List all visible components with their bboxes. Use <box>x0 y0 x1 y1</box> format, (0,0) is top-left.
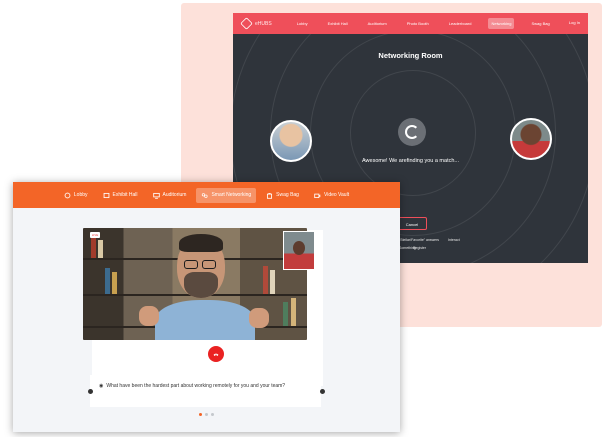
participant-avatar-right <box>510 118 552 160</box>
loading-spinner-icon <box>398 118 426 146</box>
back-nav-photo-booth[interactable]: Photo Booth <box>404 18 432 29</box>
lobby-icon <box>64 192 71 198</box>
logo-text: eHUBS <box>255 20 272 27</box>
tab-label: Auditorium <box>162 192 187 198</box>
question-text: What have been the hardest part about wo… <box>106 383 286 389</box>
end-call-button[interactable] <box>208 346 224 362</box>
tab-label: Video Vault <box>323 192 350 198</box>
info-text: Interact <box>448 238 460 242</box>
speaker-hair <box>179 234 223 252</box>
back-nav-networking[interactable]: Networking <box>488 18 515 29</box>
info-text: Register <box>413 246 427 250</box>
tab-label: Swag Bag <box>276 192 299 198</box>
back-nav-exhibit-hall[interactable]: Exhibit Hall <box>325 18 351 29</box>
tab-swag-bag[interactable]: Swag Bag <box>261 188 304 203</box>
prev-question-arrow[interactable] <box>88 389 93 394</box>
back-nav-auditorium[interactable]: Auditorium <box>365 18 390 29</box>
back-nav-swag-bag[interactable]: Swag Bag <box>528 18 552 29</box>
speaker-glasses <box>182 260 220 270</box>
back-nav-lobby[interactable]: Lobby <box>294 18 311 29</box>
pager-dot[interactable] <box>211 413 214 416</box>
speaker-hand-left <box>139 306 159 326</box>
tab-label: Exhibit Hall <box>112 192 138 198</box>
pager-dot[interactable] <box>205 413 208 416</box>
front-nav-bar: Lobby Exhibit Hall Auditorium Smart Netw… <box>13 182 400 208</box>
main-video-feed <box>83 228 307 340</box>
tab-exhibit-hall[interactable]: Exhibit Hall <box>98 188 143 203</box>
self-view-video[interactable] <box>283 231 315 270</box>
live-badge: LIVE <box>90 232 100 238</box>
networking-icon <box>202 192 208 198</box>
next-question-arrow[interactable] <box>320 389 325 394</box>
back-nav-bar: eHUBS Lobby Exhibit Hall Auditorium Phot… <box>233 13 588 34</box>
speaker-shirt <box>155 300 255 340</box>
tab-label: Smart Networking <box>211 192 252 198</box>
auditorium-icon <box>152 192 160 199</box>
brand-logo[interactable]: eHUBS <box>240 17 272 30</box>
tab-video-vault[interactable]: Video Vault <box>309 188 354 203</box>
participant-avatar-left <box>270 120 312 162</box>
pager-dot-active[interactable] <box>199 413 202 416</box>
tab-smart-networking[interactable]: Smart Networking <box>196 187 257 203</box>
question-pager <box>199 413 214 416</box>
tab-label: Lobby <box>73 192 88 198</box>
cancel-match-button[interactable]: Cancel <box>397 217 427 230</box>
logo-icon <box>240 17 253 30</box>
question-prompt: ◉ What have been the hardest part about … <box>99 383 285 389</box>
back-nav-items: Lobby Exhibit Hall Auditorium Photo Boot… <box>294 18 553 29</box>
speaker-beard <box>184 272 218 298</box>
exhibit-icon <box>103 192 109 198</box>
tab-lobby[interactable]: Lobby <box>59 188 93 203</box>
back-nav-leaderboard[interactable]: Leaderboard <box>446 18 475 29</box>
login-link[interactable]: Log In <box>569 20 580 25</box>
question-prompt-card: ◉ What have been the hardest part about … <box>90 375 321 407</box>
question-icon: ◉ <box>99 383 104 389</box>
info-text: "Stellar/Favorite" answers <box>399 238 440 242</box>
bag-icon <box>267 192 273 199</box>
speaker-hand-right <box>249 308 269 328</box>
tab-auditorium[interactable]: Auditorium <box>148 188 192 203</box>
phone-hangup-icon <box>213 353 219 356</box>
room-title: Networking Room <box>378 51 443 60</box>
video-icon <box>314 193 321 198</box>
